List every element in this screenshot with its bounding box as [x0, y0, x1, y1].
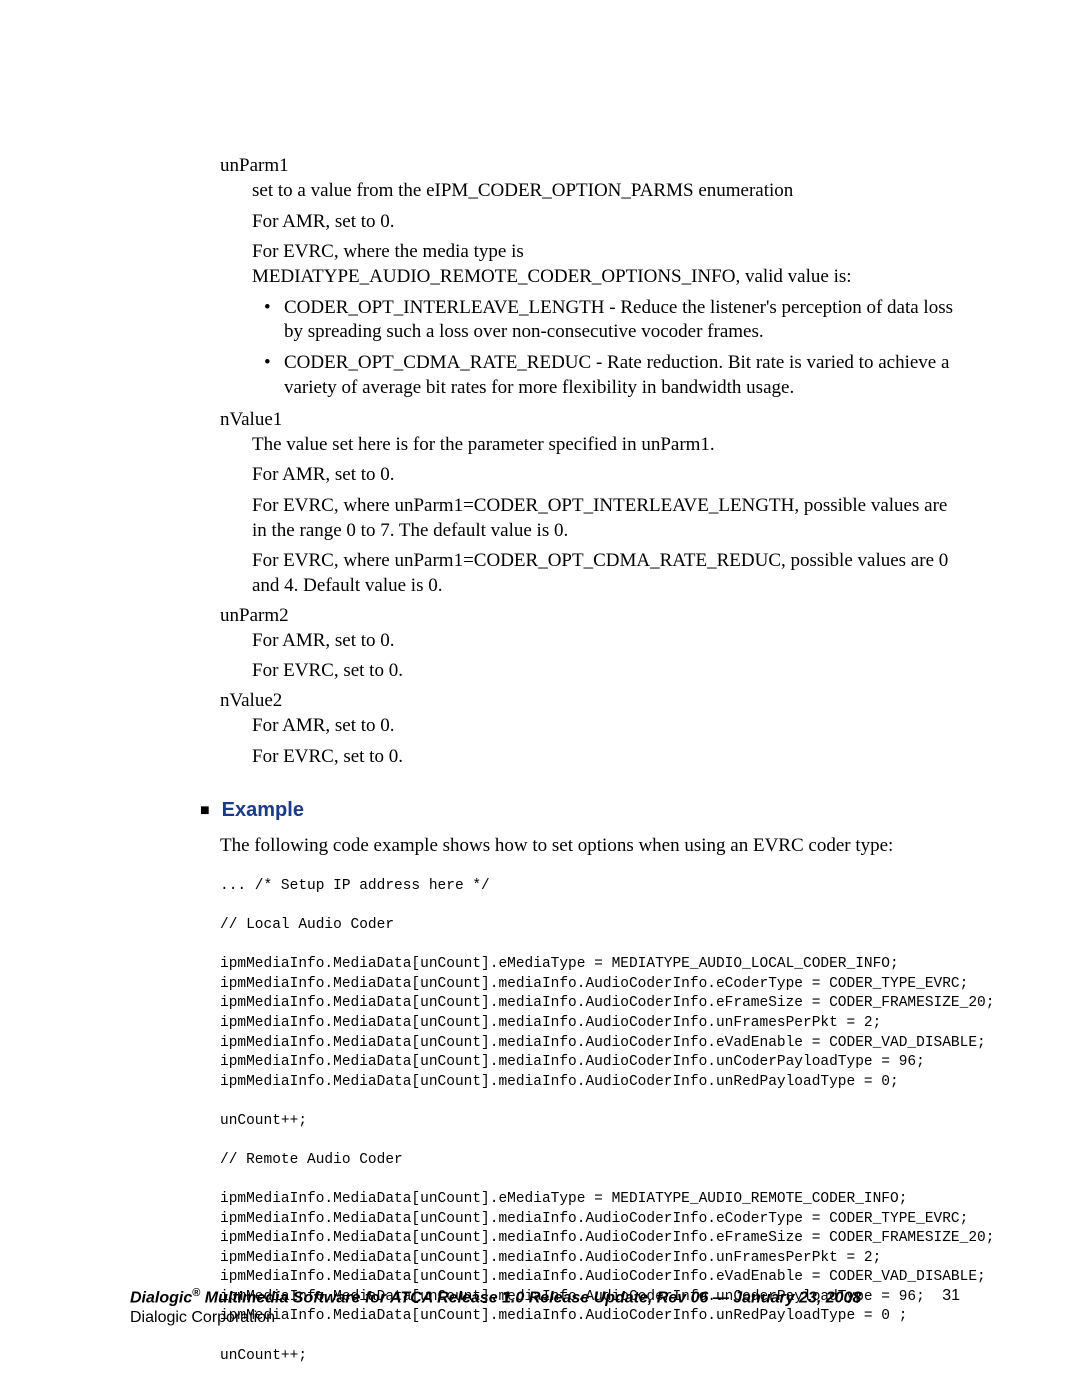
param-def: The value set here is for the parameter …: [252, 433, 960, 458]
param-def: For AMR, set to 0.: [252, 210, 960, 235]
param-def: For EVRC, where the media type is MEDIAT…: [252, 240, 960, 289]
footer-title-line: Dialogic® Multimedia Software for ATCA R…: [130, 1287, 960, 1307]
param-def: For EVRC, set to 0.: [252, 745, 960, 770]
param-def: For AMR, set to 0.: [252, 463, 960, 488]
example-intro: The following code example shows how to …: [220, 834, 960, 859]
param-def: For EVRC, where unParm1=CODER_OPT_INTERL…: [252, 494, 960, 543]
param-def: For EVRC, where unParm1=CODER_OPT_CDMA_R…: [252, 549, 960, 598]
param-def: set to a value from the eIPM_CODER_OPTIO…: [252, 179, 960, 204]
param-term-nvalue1: nValue1: [220, 409, 960, 431]
bullet-item: CODER_OPT_CDMA_RATE_REDUC - Rate reducti…: [264, 351, 960, 400]
footer-org: Dialogic Corporation: [130, 1309, 960, 1327]
footer-brand: Dialogic: [130, 1289, 192, 1306]
param-term-unparm2: unParm2: [220, 605, 960, 627]
example-heading: ■ Example: [200, 799, 960, 822]
bullet-item: CODER_OPT_INTERLEAVE_LENGTH - Reduce the…: [264, 296, 960, 345]
footer-title-rest: Multimedia Software for ATCA Release 1.0…: [200, 1289, 861, 1306]
page-number: 31: [942, 1287, 960, 1305]
param-term-unparm1: unParm1: [220, 155, 960, 177]
square-bullet-icon: ■: [200, 802, 210, 819]
param-def: For AMR, set to 0.: [252, 629, 960, 654]
param-def: For AMR, set to 0.: [252, 714, 960, 739]
example-heading-text: Example: [222, 799, 304, 821]
param-term-nvalue2: nValue2: [220, 690, 960, 712]
page-footer: Dialogic® Multimedia Software for ATCA R…: [130, 1287, 960, 1327]
param-def: For EVRC, set to 0.: [252, 659, 960, 684]
page-body: unParm1 set to a value from the eIPM_COD…: [0, 0, 1080, 1366]
param-bullets: CODER_OPT_INTERLEAVE_LENGTH - Reduce the…: [264, 296, 960, 401]
